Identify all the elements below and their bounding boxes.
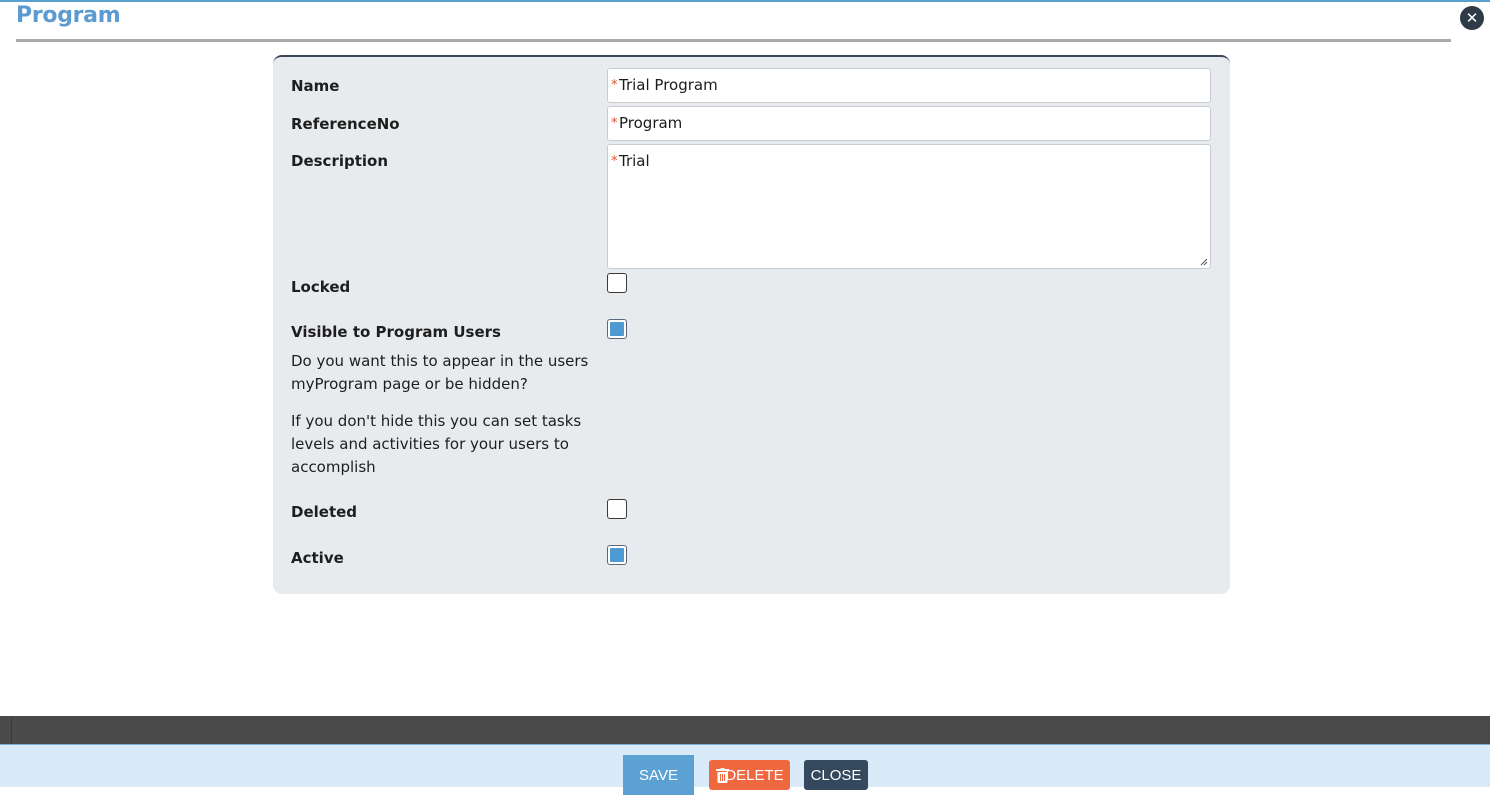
status-bar-divider xyxy=(11,716,12,744)
name-label: Name xyxy=(291,77,340,95)
visible-help-text-2: If you don't hide this you can set tasks… xyxy=(291,412,582,476)
description-value: Trial xyxy=(619,152,650,170)
top-accent-line xyxy=(0,0,1490,2)
resize-grip-icon[interactable] xyxy=(1200,258,1208,266)
name-value: Trial Program xyxy=(619,76,718,94)
deleted-checkbox[interactable] xyxy=(607,499,627,519)
visible-checkbox[interactable] xyxy=(607,319,627,339)
trash-icon xyxy=(716,768,729,783)
program-form: Name * Trial Program ReferenceNo * Progr… xyxy=(273,55,1230,594)
reference-no-label: ReferenceNo xyxy=(291,115,400,133)
modal-title: Program xyxy=(16,3,121,28)
visible-help-text-1: Do you want this to appear in the users … xyxy=(291,352,589,393)
save-button[interactable]: SAVE xyxy=(623,755,694,795)
modal-footer: SAVE DELETE CLOSE xyxy=(0,744,1490,795)
name-field[interactable]: * Trial Program xyxy=(607,68,1211,103)
locked-label: Locked xyxy=(291,278,351,296)
delete-button[interactable]: DELETE xyxy=(709,760,790,790)
title-divider xyxy=(16,39,1451,42)
required-marker: * xyxy=(611,116,618,131)
description-label: Description xyxy=(291,152,389,170)
deleted-label: Deleted xyxy=(291,503,358,521)
active-label: Active xyxy=(291,549,344,567)
required-marker: * xyxy=(611,154,618,169)
reference-no-value: Program xyxy=(619,114,683,132)
close-button[interactable]: CLOSE xyxy=(804,760,868,790)
status-bar xyxy=(0,716,1490,744)
active-checkbox[interactable] xyxy=(607,545,627,565)
required-marker: * xyxy=(611,78,618,93)
visible-label: Visible to Program Users xyxy=(291,323,501,341)
close-modal-icon[interactable]: ✕ xyxy=(1460,6,1484,30)
delete-label: DELETE xyxy=(725,767,784,784)
locked-checkbox[interactable] xyxy=(607,273,627,293)
description-textarea[interactable]: * Trial xyxy=(607,144,1211,269)
reference-no-field[interactable]: * Program xyxy=(607,106,1211,141)
